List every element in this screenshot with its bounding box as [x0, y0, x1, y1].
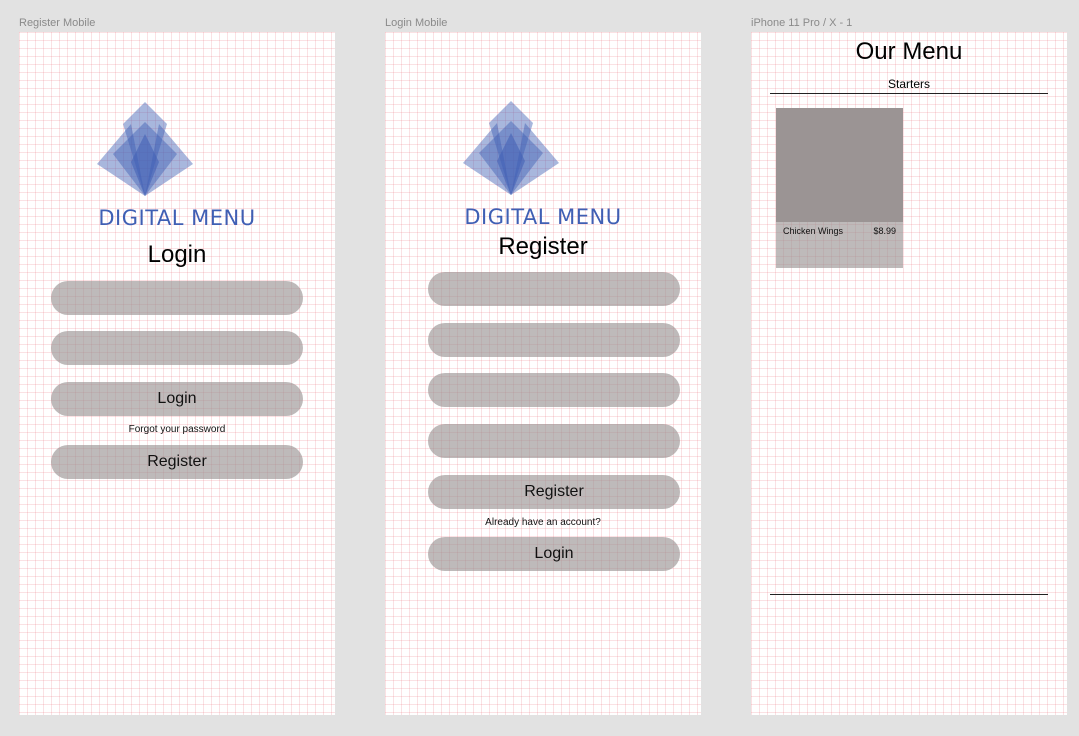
register-field-3[interactable]: [428, 373, 680, 407]
lotus-logo-icon: [97, 102, 193, 196]
menu-item-card[interactable]: Chicken Wings $8.99: [776, 108, 903, 268]
register-field-2[interactable]: [428, 323, 680, 357]
register-button[interactable]: Register: [51, 445, 303, 479]
login-button[interactable]: Login: [51, 382, 303, 416]
menu-item-image: [776, 108, 903, 222]
username-field[interactable]: [51, 281, 303, 315]
divider: [770, 93, 1048, 94]
lotus-logo-icon: [463, 101, 559, 195]
divider: [770, 594, 1048, 595]
menu-item-name: Chicken Wings: [783, 226, 844, 236]
register-mobile-frame: DIGITAL MENU Login Login Forgot your pas…: [19, 32, 335, 715]
login-mobile-frame: DIGITAL MENU Register Register Already h…: [385, 32, 701, 715]
login-button[interactable]: Login: [428, 537, 680, 571]
register-field-1[interactable]: [428, 272, 680, 306]
page-title: Register: [498, 233, 588, 260]
category-tab-starters[interactable]: Starters: [751, 77, 1067, 91]
page-title: Login: [147, 241, 207, 268]
password-field[interactable]: [51, 331, 303, 365]
already-have-account-link[interactable]: Already have an account?: [385, 517, 701, 528]
frame-label-login-mobile[interactable]: Login Mobile: [385, 17, 447, 29]
frame-label-iphone[interactable]: iPhone 11 Pro / X - 1: [751, 17, 852, 29]
brand-name: DIGITAL MENU: [464, 205, 622, 229]
frame-label-register-mobile[interactable]: Register Mobile: [19, 17, 95, 29]
register-button[interactable]: Register: [428, 475, 680, 509]
menu-item-price: $8.99: [873, 226, 896, 236]
page-title: Our Menu: [855, 38, 963, 65]
brand-name: DIGITAL MENU: [98, 206, 256, 230]
forgot-password-link[interactable]: Forgot your password: [19, 424, 335, 435]
iphone-frame: Our Menu Starters Chicken Wings $8.99: [751, 32, 1067, 715]
register-field-4[interactable]: [428, 424, 680, 458]
